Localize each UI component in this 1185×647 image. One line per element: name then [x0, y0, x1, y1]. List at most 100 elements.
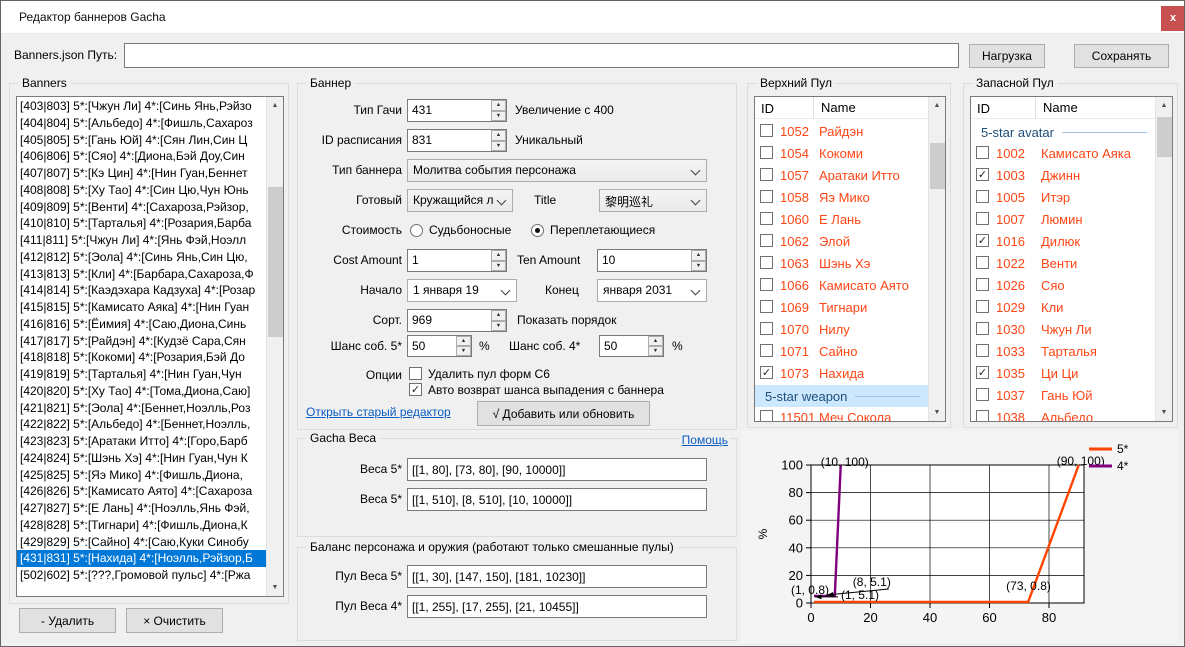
pool-row[interactable]: ✓1016Дилюк	[971, 231, 1155, 253]
row-checkbox[interactable]	[976, 190, 989, 203]
path-input[interactable]	[124, 43, 959, 68]
pool-row[interactable]: 1002Камисато Аяка	[971, 143, 1155, 165]
pool-row[interactable]: 11501Меч Сокола	[755, 407, 928, 421]
banner-list-item[interactable]: [415|815] 5*:[Камисато Аяка] 4*:[Нин Гуа…	[17, 299, 266, 316]
remove-pool-checkbox[interactable]	[409, 367, 422, 380]
spin-down-icon[interactable]: ▼	[691, 261, 706, 272]
banner-list-item[interactable]: [425|825] 5*:[Яэ Мико] 4*:[Фишль,Диона,	[17, 467, 266, 484]
banner-list-item[interactable]: [412|812] 5*:[Эола] 4*:[Синь Янь,Син Цю,	[17, 249, 266, 266]
pool-row[interactable]: 1060Е Лань	[755, 209, 928, 231]
row-checkbox[interactable]	[760, 146, 773, 159]
chance5-spinner[interactable]: 50 ▲ ▼	[407, 335, 472, 357]
weights5-input[interactable]	[407, 458, 707, 481]
scroll-thumb[interactable]	[268, 187, 283, 337]
row-checkbox[interactable]	[760, 234, 773, 247]
pool-row[interactable]: 1070Нилу	[755, 319, 928, 341]
banner-list-item[interactable]: [413|813] 5*:[Кли] 4*:[Барбара,Сахароза,…	[17, 266, 266, 283]
banner-list-item[interactable]: [423|823] 5*:[Аратаки Итто] 4*:[Горо,Бар…	[17, 433, 266, 450]
pool-row[interactable]: 1029Кли	[971, 297, 1155, 319]
banner-list-item[interactable]: [429|829] 5*:[Сайно] 4*:[Саю,Куки Синобу	[17, 534, 266, 551]
chance4-spinner[interactable]: 50 ▲ ▼	[599, 335, 664, 357]
spin-up-icon[interactable]: ▲	[491, 100, 506, 111]
ten-amount-spinner[interactable]: 10 ▲ ▼	[597, 249, 707, 272]
pool-row[interactable]: ✓1073Нахида	[755, 363, 928, 385]
pool-row[interactable]: 1058Яэ Мико	[755, 187, 928, 209]
cost-amount-spinner[interactable]: 1 ▲ ▼	[407, 249, 507, 272]
help-link[interactable]: Помощь	[680, 433, 730, 447]
banner-list-item[interactable]: [411|811] 5*:[Чжун Ли] 4*:[Янь Фэй,Ноэлл	[17, 232, 266, 249]
delete-banner-button[interactable]: - Удалить	[19, 608, 116, 633]
row-checkbox[interactable]	[976, 256, 989, 269]
save-button[interactable]: Сохранять	[1074, 44, 1169, 68]
open-old-editor-link[interactable]: Открыть старый редактор	[306, 405, 451, 419]
pool-row[interactable]: 1071Сайно	[755, 341, 928, 363]
banner-list-item[interactable]: [422|822] 5*:[Альбедо] 4*:[Беннет,Ноэлль…	[17, 416, 266, 433]
scroll-up-icon[interactable]: ▲	[267, 97, 283, 114]
scroll-down-icon[interactable]: ▼	[929, 404, 945, 421]
banner-list-item[interactable]: [419|819] 5*:[Тарталья] 4*:[Нин Гуан,Чун	[17, 366, 266, 383]
scroll-down-icon[interactable]: ▼	[267, 579, 283, 596]
row-checkbox[interactable]: ✓	[976, 168, 989, 181]
banner-list-item[interactable]: [417|817] 5*:[Райдэн] 4*:[Кудзё Сара,Сян	[17, 333, 266, 350]
banner-list-item[interactable]: [409|809] 5*:[Венти] 4*:[Сахароза,Рэйзор…	[17, 199, 266, 216]
row-checkbox[interactable]: ✓	[976, 234, 989, 247]
row-checkbox[interactable]	[760, 344, 773, 357]
banner-type-dropdown[interactable]: Молитва события персонажа	[407, 159, 707, 182]
pool-row[interactable]: 1022Венти	[971, 253, 1155, 275]
row-checkbox[interactable]	[976, 300, 989, 313]
banner-list-item[interactable]: [404|804] 5*:[Альбедо] 4*:[Фишль,Сахароз	[17, 115, 266, 132]
pool-row[interactable]: 1062Элой	[755, 231, 928, 253]
pool-weights5-input[interactable]	[407, 565, 707, 588]
scroll-thumb[interactable]	[930, 143, 945, 189]
pool-row[interactable]: 1052Райдэн	[755, 121, 928, 143]
gacha-type-spinner[interactable]: 431 ▲ ▼	[407, 99, 507, 122]
scroll-thumb[interactable]	[1157, 117, 1172, 157]
banner-list-item[interactable]: [406|806] 5*:[Сяо] 4*:[Диона,Бэй Доу,Син	[17, 148, 266, 165]
upper-pool-list[interactable]: ID Name 1052Райдэн1054Кокоми1057Аратаки …	[754, 96, 946, 422]
intertwined-radio[interactable]	[531, 224, 544, 237]
scroll-down-icon[interactable]: ▼	[1156, 404, 1172, 421]
spin-down-icon[interactable]: ▼	[491, 321, 506, 332]
pool-row[interactable]: 1063Шэнь Хэ	[755, 253, 928, 275]
spin-up-icon[interactable]: ▲	[648, 336, 663, 346]
fate-radio[interactable]	[410, 224, 423, 237]
end-date-picker[interactable]: января 2031	[597, 279, 707, 302]
banner-list-item[interactable]: [426|826] 5*:[Камисато Аято] 4*:[Сахароз…	[17, 483, 266, 500]
banner-list-item[interactable]: [431|831] 5*:[Нахида] 4*:[Ноэлль,Рэйзор,…	[17, 550, 266, 567]
spin-up-icon[interactable]: ▲	[491, 250, 506, 261]
auto-return-checkbox[interactable]: ✓	[409, 383, 422, 396]
banner-list-item[interactable]: [427|827] 5*:[Е Лань] 4*:[Ноэлль,Янь Фэй…	[17, 500, 266, 517]
row-checkbox[interactable]	[760, 190, 773, 203]
row-checkbox[interactable]	[976, 410, 989, 421]
pool-row[interactable]: 1066Камисато Аято	[755, 275, 928, 297]
title-dropdown[interactable]: 黎明巡礼	[599, 189, 707, 212]
spin-down-icon[interactable]: ▼	[491, 111, 506, 122]
banner-list-item[interactable]: [416|816] 5*:[Ёимия] 4*:[Саю,Диона,Синь	[17, 316, 266, 333]
banners-listbox[interactable]: [403|803] 5*:[Чжун Ли] 4*:[Синь Янь,Рэйз…	[16, 96, 284, 597]
close-icon[interactable]: x	[1161, 6, 1185, 31]
schedule-id-spinner[interactable]: 831 ▲ ▼	[407, 129, 507, 152]
banner-list-item[interactable]: [420|820] 5*:[Ху Тао] 4*:[Тома,Диона,Саю…	[17, 383, 266, 400]
row-checkbox[interactable]: ✓	[760, 366, 773, 379]
pool-row[interactable]: 1033Тарталья	[971, 341, 1155, 363]
sort-spinner[interactable]: 969 ▲ ▼	[407, 309, 507, 332]
banner-list-item[interactable]: [403|803] 5*:[Чжун Ли] 4*:[Синь Янь,Рэйз…	[17, 98, 266, 115]
pool-row[interactable]: 1057Аратаки Итто	[755, 165, 928, 187]
load-button[interactable]: Нагрузка	[969, 44, 1045, 68]
banner-list-item[interactable]: [405|805] 5*:[Гань Юй] 4*:[Сян Лин,Син Ц	[17, 132, 266, 149]
row-checkbox[interactable]	[760, 322, 773, 335]
row-checkbox[interactable]	[760, 410, 773, 421]
banners-scrollbar[interactable]: ▲ ▼	[266, 97, 283, 596]
upper-pool-scrollbar[interactable]: ▲ ▼	[928, 97, 945, 421]
pool-row[interactable]: ✓1035Ци Ци	[971, 363, 1155, 385]
row-checkbox[interactable]	[976, 388, 989, 401]
row-checkbox[interactable]	[760, 212, 773, 225]
pool-row[interactable]: 1069Тигнари	[755, 297, 928, 319]
begin-date-picker[interactable]: 1 января 19	[407, 279, 517, 302]
reserve-pool-list[interactable]: ID Name 5-star avatar1002Камисато Аяка✓1…	[970, 96, 1173, 422]
row-checkbox[interactable]	[760, 168, 773, 181]
row-checkbox[interactable]	[976, 212, 989, 225]
pool-row[interactable]: ✓1003Джинн	[971, 165, 1155, 187]
pool-row[interactable]: 1007Люмин	[971, 209, 1155, 231]
banner-list-item[interactable]: [414|814] 5*:[Каэдэхара Кадзуха] 4*:[Роз…	[17, 282, 266, 299]
